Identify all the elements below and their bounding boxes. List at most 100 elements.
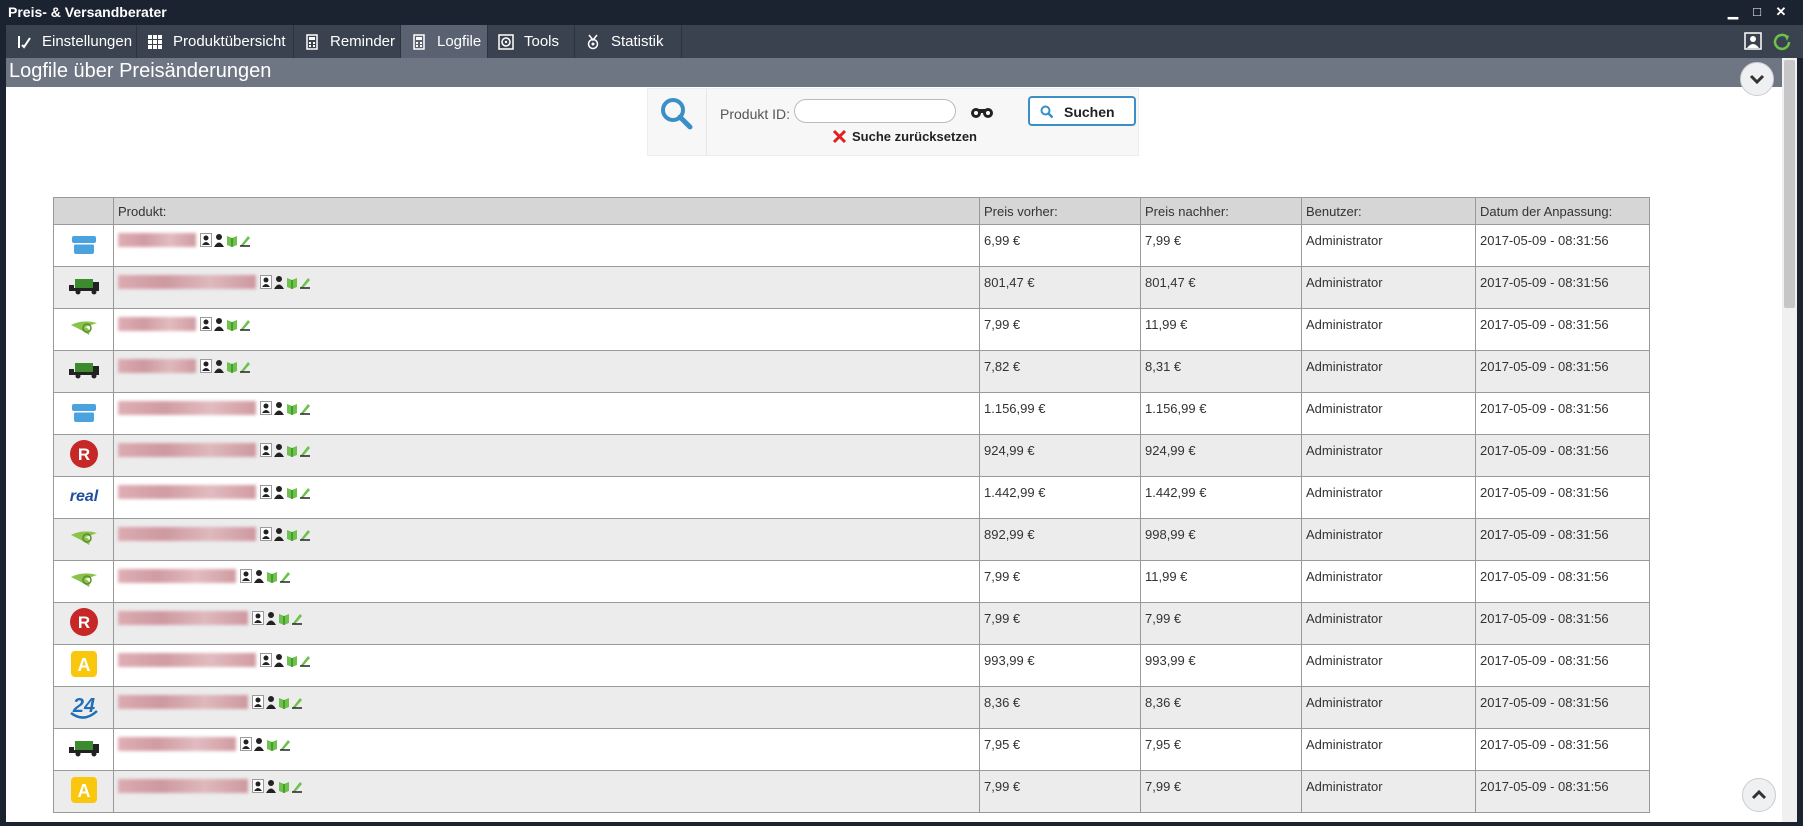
product-cell[interactable] [113,560,980,603]
scroll-to-top-button[interactable] [1742,778,1776,812]
user-outline-icon[interactable] [200,233,212,248]
edit-icon[interactable] [291,611,303,626]
edit-icon[interactable] [279,569,291,584]
user-icon[interactable] [265,779,277,794]
edit-icon[interactable] [299,527,311,542]
table-row[interactable]: 7,82 €8,31 € Administrator 2017-05-09 - 08… [53,350,1650,393]
product-name-redacted[interactable] [118,778,248,793]
user-outline-icon[interactable] [200,317,212,332]
book-icon[interactable] [266,737,278,752]
product-name-redacted[interactable] [118,526,256,541]
menu-item-statistik[interactable]: Statistik [575,25,682,58]
book-icon[interactable] [286,401,298,416]
binoculars-icon[interactable] [970,103,994,119]
edit-icon[interactable] [279,737,291,752]
product-cell[interactable] [113,686,980,729]
product-name-redacted[interactable] [118,358,196,373]
book-icon[interactable] [266,569,278,584]
product-cell[interactable] [113,518,980,561]
book-icon[interactable] [278,779,290,794]
menu-item-produktuebersicht[interactable]: Produktübersicht [137,25,294,58]
book-icon[interactable] [286,443,298,458]
product-name-redacted[interactable] [118,442,256,457]
user-icon[interactable] [213,233,225,248]
table-row[interactable]: R 7,99 €7,99 € Administrator 2017-05-09 - 0… [53,602,1650,645]
menu-item-reminder[interactable]: Reminder [294,25,401,58]
user-icon[interactable] [253,737,265,752]
edit-icon[interactable] [299,275,311,290]
book-icon[interactable] [286,275,298,290]
table-row[interactable]: A 7,99 €7,99 € Administrator 2017-05-09 - 0… [53,770,1650,813]
user-icon[interactable] [213,317,225,332]
book-icon[interactable] [226,359,238,374]
menu-item-einstellungen[interactable]: Einstellungen [6,25,137,58]
product-cell[interactable] [113,728,980,771]
user-outline-icon[interactable] [260,527,272,542]
product-name-redacted[interactable] [118,400,256,415]
maximize-icon[interactable]: □ [1748,3,1766,21]
user-icon[interactable] [273,485,285,500]
product-cell[interactable] [113,308,980,351]
user-icon[interactable] [265,611,277,626]
refresh-icon[interactable] [1772,31,1792,51]
product-name-redacted[interactable] [118,484,256,499]
user-icon[interactable] [273,401,285,416]
book-icon[interactable] [286,653,298,668]
user-outline-icon[interactable] [240,737,252,752]
product-cell[interactable] [113,350,980,393]
user-icon[interactable] [273,275,285,290]
user-outline-icon[interactable] [200,359,212,374]
user-icon[interactable] [265,695,277,710]
product-name-redacted[interactable] [118,652,256,667]
user-outline-icon[interactable] [240,569,252,584]
book-icon[interactable] [278,695,290,710]
book-icon[interactable] [286,485,298,500]
table-row[interactable]: R 924,99 €924,99 € Administrator 2017-05-09… [53,434,1650,477]
product-name-redacted[interactable] [118,232,196,247]
user-outline-icon[interactable] [260,653,272,668]
menu-item-tools[interactable]: Tools [488,25,575,58]
scrollbar-thumb[interactable] [1784,60,1795,308]
user-outline-icon[interactable] [252,779,264,794]
edit-icon[interactable] [239,317,251,332]
user-icon[interactable] [273,527,285,542]
edit-icon[interactable] [299,443,311,458]
search-button[interactable]: Suchen [1028,96,1136,126]
table-row[interactable]: 7,95 €7,95 € Administrator 2017-05-09 - 08… [53,728,1650,771]
table-row[interactable]: 801,47 €801,47 € Administrator 2017-05-09 … [53,266,1650,309]
table-row[interactable]: real 1.442,99 €1.442,99 € Administrator 201… [53,476,1650,519]
product-cell[interactable] [113,602,980,645]
edit-icon[interactable] [291,779,303,794]
product-cell[interactable] [113,434,980,477]
edit-icon[interactable] [299,485,311,500]
product-cell[interactable] [113,770,980,813]
table-row[interactable]: 24 8,36 €8,36 € Administrator 2017-05-09 - … [53,686,1650,729]
table-row[interactable]: 7,99 €11,99 € Administrator 2017-05-09 - 0… [53,308,1650,351]
user-icon[interactable] [213,359,225,374]
product-name-redacted[interactable] [118,610,248,625]
user-outline-icon[interactable] [252,611,264,626]
table-row[interactable]: 1.156,99 €1.156,99 € Administrator 2017-05… [53,392,1650,435]
product-cell[interactable] [113,392,980,435]
book-icon[interactable] [286,527,298,542]
user-outline-icon[interactable] [260,485,272,500]
book-icon[interactable] [226,233,238,248]
edit-icon[interactable] [299,401,311,416]
table-row[interactable]: 6,99 €7,99 € Administrator 2017-05-09 - 08… [53,224,1650,267]
table-row[interactable]: 7,99 €11,99 € Administrator 2017-05-09 - 0… [53,560,1650,603]
user-outline-icon[interactable] [260,443,272,458]
product-cell[interactable] [113,266,980,309]
table-row[interactable]: 892,99 €998,99 € Administrator 2017-05-09 … [53,518,1650,561]
menu-item-logfile[interactable]: Logfile [401,25,488,58]
user-outline-icon[interactable] [260,275,272,290]
table-row[interactable]: A 993,99 €993,99 € Administrator 2017-05-09… [53,644,1650,687]
product-cell[interactable] [113,476,980,519]
product-name-redacted[interactable] [118,316,196,331]
produkt-id-input[interactable] [794,99,956,123]
vertical-scrollbar[interactable] [1782,58,1797,822]
close-icon[interactable]: ✕ [1772,3,1790,21]
collapse-button[interactable] [1740,62,1774,96]
edit-icon[interactable] [239,359,251,374]
edit-icon[interactable] [291,695,303,710]
user-icon[interactable] [273,653,285,668]
